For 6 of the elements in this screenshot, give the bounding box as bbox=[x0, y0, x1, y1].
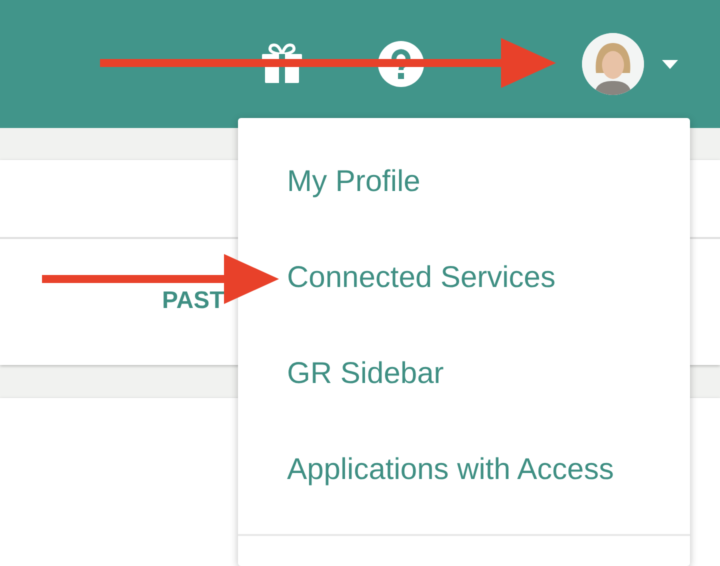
avatar-icon[interactable] bbox=[582, 33, 644, 95]
menu-item[interactable]: Connected Services bbox=[238, 258, 690, 354]
menu-item[interactable]: My Profile bbox=[238, 162, 690, 258]
card-text: PAST bbox=[162, 287, 224, 315]
menu-item[interactable]: GR Sidebar bbox=[238, 354, 690, 450]
caret-icon[interactable] bbox=[662, 60, 678, 68]
